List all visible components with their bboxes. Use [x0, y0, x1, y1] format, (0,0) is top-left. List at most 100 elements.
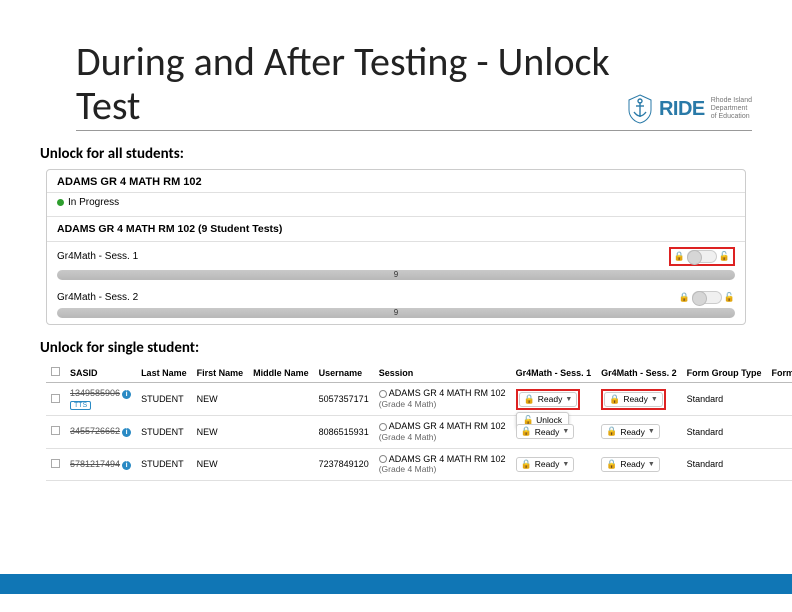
status-dropdown[interactable]: 🔒Ready▼ — [601, 424, 660, 439]
session-toggle-group: 🔒🔓 — [669, 247, 735, 266]
col-form-group: Form Group Type — [682, 363, 767, 383]
tts-badge: TTS — [70, 401, 91, 410]
label-unlock-all: Unlock for all students: — [40, 145, 752, 163]
status-dropdown[interactable]: 🔒Ready▼ — [601, 457, 660, 472]
session-toggle-group: 🔒🔓 — [679, 291, 735, 304]
col-form: Form — [766, 363, 792, 383]
session-label: Gr4Math - Sess. 1 — [57, 251, 661, 262]
caret-down-icon: ▼ — [651, 396, 658, 403]
col-username: Username — [314, 363, 374, 383]
form-group-type: Standard — [682, 416, 767, 449]
middle-name — [248, 416, 314, 449]
test-panel: ADAMS GR 4 MATH RM 102 In Progress ADAMS… — [46, 169, 746, 325]
status-text: In Progress — [68, 197, 119, 208]
lock-icon: 🔒 — [606, 459, 617, 470]
ride-logo: RIDE Rhode Island Department of Educatio… — [627, 94, 752, 128]
status-dropdown[interactable]: 🔒Ready▼ — [516, 424, 575, 439]
lock-icon: 🔒 — [606, 426, 617, 437]
progress-bar: 9 — [57, 270, 735, 280]
middle-name — [248, 448, 314, 481]
row-checkbox[interactable] — [51, 426, 60, 435]
lock-icon: 🔒 — [679, 292, 690, 303]
session-cell: ADAMS GR 4 MATH RM 102(Grade 4 Math) — [374, 383, 511, 416]
first-name: NEW — [192, 448, 249, 481]
col-middle: Middle Name — [248, 363, 314, 383]
form — [766, 416, 792, 449]
panel-header: ADAMS GR 4 MATH RM 102 — [47, 170, 745, 193]
footer-bar — [0, 574, 792, 594]
status-dropdown[interactable]: 🔒Ready▼ — [604, 392, 663, 407]
highlight-box: 🔒Ready▼ — [601, 389, 666, 410]
caret-down-icon: ▼ — [562, 428, 569, 435]
lock-icon: 🔒 — [524, 394, 535, 405]
username: 5057357171 — [314, 383, 374, 416]
lock-toggle[interactable] — [692, 291, 722, 304]
anchor-shield-icon — [627, 94, 653, 124]
ride-subtitle: Rhode Island Department of Education — [711, 97, 752, 120]
info-icon[interactable]: i — [122, 461, 131, 470]
username: 7237849120 — [314, 448, 374, 481]
status-dropdown[interactable]: 🔒Ready▼ — [516, 457, 575, 472]
table-row: 1349585906i TTS STUDENTNEW 5057357171ADAMS … — [46, 383, 792, 416]
status-text: Ready — [538, 394, 563, 404]
progress-bar: 9 — [57, 308, 735, 318]
caret-down-icon: ▼ — [648, 428, 655, 435]
row-checkbox[interactable] — [51, 394, 60, 403]
session-label: Gr4Math - Sess. 2 — [57, 292, 671, 303]
unlock-icon: 🔓 — [719, 251, 730, 262]
form — [766, 448, 792, 481]
status-text: Ready — [623, 394, 648, 404]
form-group-type: Standard — [682, 448, 767, 481]
caret-down-icon: ▼ — [562, 461, 569, 468]
last-name: STUDENT — [136, 383, 192, 416]
lock-icon: 🔒 — [609, 394, 620, 405]
session-row: Gr4Math - Sess. 2🔒🔓 — [47, 286, 745, 306]
col-sess1: Gr4Math - Sess. 1 — [511, 363, 597, 383]
checkbox-all[interactable] — [51, 367, 60, 376]
ride-name: RIDE — [659, 98, 705, 121]
form-group-type: Standard — [682, 383, 767, 416]
unlock-icon: 🔓 — [724, 292, 735, 303]
col-sess2: Gr4Math - Sess. 2 — [596, 363, 682, 383]
col-last: Last Name — [136, 363, 192, 383]
session-cell: ADAMS GR 4 MATH RM 102(Grade 4 Math) — [374, 448, 511, 481]
label-unlock-single: Unlock for single student: — [40, 339, 752, 357]
table-row: 5781217494i STUDENTNEW 7237849120ADAMS GR … — [46, 448, 792, 481]
caret-down-icon: ▼ — [565, 396, 572, 403]
panel-subheader: ADAMS GR 4 MATH RM 102 (9 Student Tests) — [47, 216, 745, 242]
col-sasid: SASID — [65, 363, 136, 383]
table-row: 3455726662i STUDENTNEW 8086515931ADAMS GR … — [46, 416, 792, 449]
page-title: During and After Testing - Unlock Test — [76, 40, 627, 128]
lock-icon: 🔒 — [674, 251, 685, 262]
info-icon[interactable]: i — [122, 428, 131, 437]
caret-down-icon: ▼ — [648, 461, 655, 468]
sasid-text: 3455726662 — [70, 426, 120, 436]
last-name: STUDENT — [136, 448, 192, 481]
middle-name — [248, 383, 314, 416]
panel-status: In Progress — [47, 193, 745, 216]
status-text: Ready — [620, 427, 645, 437]
sasid-text: 5781217494 — [70, 459, 120, 469]
col-first: First Name — [192, 363, 249, 383]
circle-icon — [379, 455, 387, 463]
progress-dot-icon — [57, 199, 64, 206]
session-cell: ADAMS GR 4 MATH RM 102(Grade 4 Math) — [374, 416, 511, 449]
status-text: Ready — [620, 459, 645, 469]
username: 8086515931 — [314, 416, 374, 449]
lock-icon: 🔒 — [521, 426, 532, 437]
status-dropdown[interactable]: 🔒Ready▼ — [519, 392, 578, 407]
highlight-box: 🔒Ready▼ — [516, 389, 581, 410]
col-session: Session — [374, 363, 511, 383]
first-name: NEW — [192, 383, 249, 416]
circle-icon — [379, 390, 387, 398]
circle-icon — [379, 423, 387, 431]
info-icon[interactable]: i — [122, 390, 131, 399]
last-name: STUDENT — [136, 416, 192, 449]
row-checkbox[interactable] — [51, 459, 60, 468]
first-name: NEW — [192, 416, 249, 449]
lock-toggle[interactable] — [687, 250, 717, 263]
sasid-text: 1349585906 — [70, 388, 120, 398]
col-checkbox — [46, 363, 65, 383]
status-text: Ready — [535, 427, 560, 437]
session-row: Gr4Math - Sess. 1🔒🔓 — [47, 242, 745, 268]
